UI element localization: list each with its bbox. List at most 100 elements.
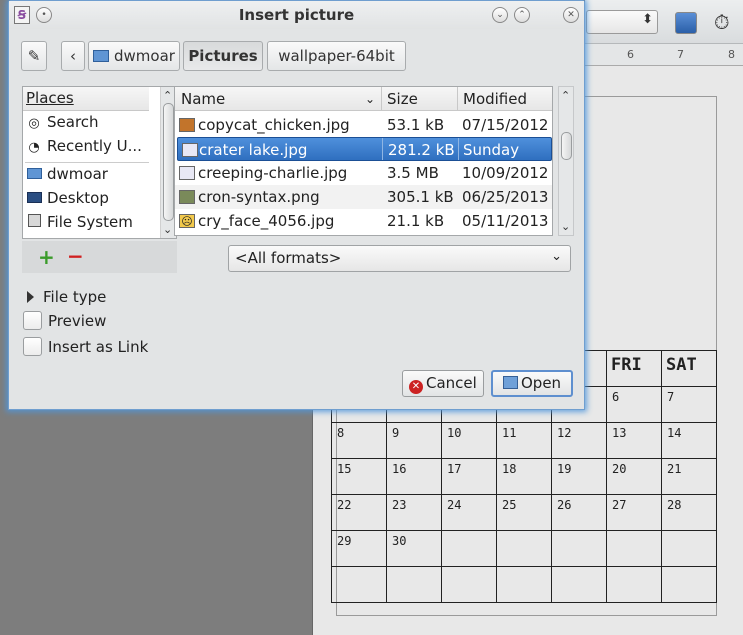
places-header[interactable]: Places [23, 87, 149, 111]
file-size: 305.1 kB [387, 188, 454, 206]
place-item-search[interactable]: ◎ Search [25, 113, 149, 137]
maximize-icon[interactable]: ⌃ [514, 7, 530, 23]
calendar-day-cell[interactable]: 9 [386, 422, 442, 459]
calendar-day-cell[interactable]: 30 [386, 530, 442, 567]
calendar-day-cell[interactable] [551, 530, 607, 567]
scroll-down-icon[interactable]: ⌄ [163, 223, 172, 236]
scroll-down-icon[interactable]: ⌄ [561, 220, 570, 233]
calendar-day-header: SAT [661, 350, 717, 387]
places-actions: + − [22, 241, 177, 273]
calendar-day-cell[interactable]: 20 [606, 458, 662, 495]
path-back-button[interactable]: ‹ [61, 41, 85, 71]
calendar-day-cell[interactable] [441, 530, 497, 567]
calendar-day-cell[interactable]: 23 [386, 494, 442, 531]
calendar-day-cell[interactable]: 16 [386, 458, 442, 495]
file-list-scrollbar[interactable]: ⌃ ⌄ [558, 86, 574, 236]
place-item-recent[interactable]: ◔ Recently U... [25, 137, 149, 161]
file-row[interactable]: cron-syntax.png 305.1 kB 06/25/2013 [175, 185, 552, 209]
minimize-icon[interactable]: ⌄ [492, 7, 508, 23]
column-size[interactable]: Size [387, 90, 418, 108]
file-row[interactable]: ☹ cry_face_4056.jpg 21.1 kB 05/11/2013 [175, 209, 552, 233]
open-folder-icon [503, 376, 518, 389]
calendar-day-cell[interactable]: 11 [496, 422, 552, 459]
column-separator [458, 138, 459, 160]
place-label: Search [47, 113, 99, 131]
checkbox-box[interactable] [23, 337, 42, 356]
file-modified: 05/11/2013 [462, 212, 549, 230]
calendar-day-cell[interactable]: 6 [606, 386, 662, 423]
file-name: crater lake.jpg [199, 141, 308, 159]
expand-triangle-icon [27, 291, 34, 303]
column-name[interactable]: Name [181, 90, 225, 108]
calendar-day-cell[interactable]: 28 [661, 494, 717, 531]
calendar-day-cell[interactable]: 12 [551, 422, 607, 459]
calendar-day-cell[interactable]: 10 [441, 422, 497, 459]
path-segment-pictures[interactable]: Pictures [183, 41, 263, 71]
cancel-label: Cancel [426, 374, 477, 392]
calendar-day-cell[interactable] [386, 566, 442, 603]
file-type-expander[interactable]: File type [23, 288, 106, 306]
file-modified: 06/25/2013 [462, 188, 549, 206]
calendar-day-cell[interactable]: 8 [331, 422, 387, 459]
checkbox-box[interactable] [23, 311, 42, 330]
calendar-day-cell[interactable]: 21 [661, 458, 717, 495]
column-modified[interactable]: Modified [463, 90, 527, 108]
file-row[interactable]: creeping-charlie.jpg 3.5 MB 10/09/2012 [175, 161, 552, 185]
title-bar[interactable]: Ꞩ • Insert picture ⌄ ⌃ ✕ [9, 1, 584, 29]
calendar-day-cell[interactable] [606, 530, 662, 567]
file-row[interactable]: copycat_chicken.jpg 53.1 kB 07/15/2012 [175, 113, 552, 137]
scrollbar-thumb[interactable] [561, 132, 572, 160]
places-panel: Places ◎ Search ◔ Recently U... dwmoar Des… [22, 86, 177, 239]
calendar-day-cell[interactable]: 24 [441, 494, 497, 531]
path-segment-dwmoar[interactable]: dwmoar [88, 41, 180, 71]
place-item-filesystem[interactable]: File System [25, 213, 149, 237]
calendar-day-cell[interactable] [496, 566, 552, 603]
calendar-day-cell[interactable] [606, 566, 662, 603]
insert-as-link-checkbox[interactable]: Insert as Link [23, 337, 148, 356]
calendar-day-cell[interactable] [551, 566, 607, 603]
calendar-day-cell[interactable] [331, 566, 387, 603]
calendar-day-cell[interactable]: 15 [331, 458, 387, 495]
format-filter-select[interactable]: <All formats> ⌄ [228, 245, 571, 272]
open-button[interactable]: Open [491, 370, 573, 397]
file-name: copycat_chicken.jpg [198, 116, 350, 134]
calendar-day-cell[interactable]: 26 [551, 494, 607, 531]
place-item-home[interactable]: dwmoar [25, 165, 149, 189]
file-row[interactable]: crater lake.jpg 281.2 kB Sunday [177, 137, 552, 161]
calendar-day-cell[interactable]: 25 [496, 494, 552, 531]
sort-chevron-icon[interactable]: ⌄ [365, 92, 375, 106]
timer-icon[interactable]: ⏱ [714, 10, 730, 34]
background-color-button[interactable] [675, 12, 697, 34]
calendar-day-cell[interactable]: 7 [661, 386, 717, 423]
calendar-day-cell[interactable]: 29 [331, 530, 387, 567]
calendar-day-cell[interactable]: 18 [496, 458, 552, 495]
updown-arrow-icon: ⬍ [642, 12, 653, 27]
background-combo[interactable]: ⬍ [586, 10, 658, 34]
file-modified: 07/15/2012 [462, 116, 549, 134]
place-item-desktop[interactable]: Desktop [25, 189, 149, 213]
insert-picture-dialog: Ꞩ • Insert picture ⌄ ⌃ ✕ ✎ ‹ dwmoar Pict… [8, 0, 585, 410]
calendar-day-cell[interactable]: 19 [551, 458, 607, 495]
calendar-day-cell[interactable]: 17 [441, 458, 497, 495]
cancel-button[interactable]: ✕ Cancel [402, 370, 484, 397]
calendar-day-cell[interactable]: 27 [606, 494, 662, 531]
place-label: Recently U... [47, 137, 142, 155]
image-file-icon [179, 190, 195, 204]
calendar-day-cell[interactable]: 22 [331, 494, 387, 531]
calendar-day-cell[interactable] [661, 530, 717, 567]
remove-bookmark-icon[interactable]: − [67, 244, 84, 268]
calendar-day-cell[interactable]: 14 [661, 422, 717, 459]
format-filter-value: <All formats> [235, 249, 342, 267]
scroll-up-icon[interactable]: ⌃ [163, 89, 172, 102]
close-icon[interactable]: ✕ [563, 7, 579, 23]
calendar-day-cell[interactable]: 13 [606, 422, 662, 459]
calendar-day-cell[interactable] [661, 566, 717, 603]
preview-checkbox[interactable]: Preview [23, 311, 106, 330]
path-segment-wallpaper[interactable]: wallpaper-64bit [267, 41, 406, 71]
edit-location-button[interactable]: ✎ [21, 41, 47, 71]
calendar-day-cell[interactable] [441, 566, 497, 603]
scroll-up-icon[interactable]: ⌃ [561, 89, 570, 102]
add-bookmark-icon[interactable]: + [38, 245, 55, 269]
scrollbar-thumb[interactable] [163, 103, 174, 221]
calendar-day-cell[interactable] [496, 530, 552, 567]
